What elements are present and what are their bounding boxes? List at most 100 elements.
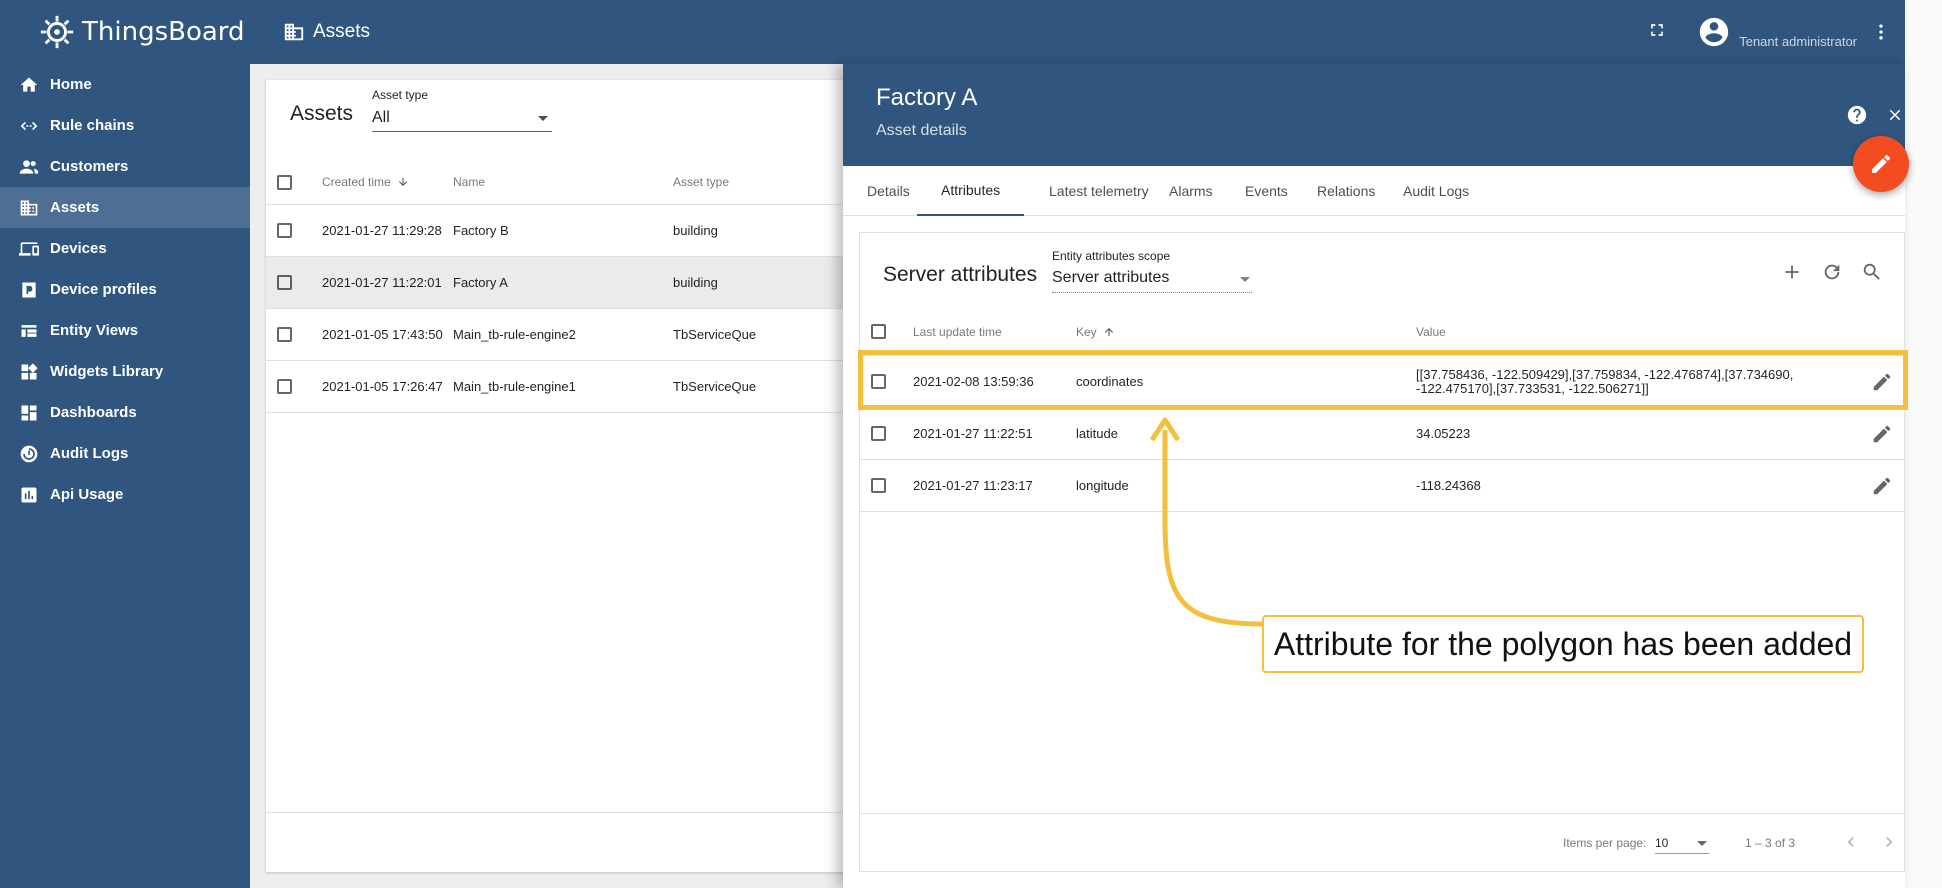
page-size-select[interactable]: 10 bbox=[1655, 830, 1709, 854]
column-last-update-time[interactable]: Last update time bbox=[913, 309, 1002, 355]
details-subtitle: Asset details bbox=[876, 122, 967, 139]
asset-details-panel: Factory A Asset details Details Attribut… bbox=[843, 64, 1909, 888]
assets-table-title: Assets bbox=[290, 102, 354, 125]
attributes-scope-select[interactable]: Server attributes bbox=[1052, 267, 1252, 293]
select-all-checkbox[interactable] bbox=[277, 175, 292, 190]
page-range: 1 – 3 of 3 bbox=[1745, 836, 1796, 850]
edit-asset-button[interactable] bbox=[1853, 136, 1909, 192]
name-cell: Factory B bbox=[453, 223, 509, 238]
row-checkbox[interactable] bbox=[277, 327, 292, 342]
sidebar-item-entity-views[interactable]: Entity Views bbox=[0, 310, 250, 351]
page-edge bbox=[1905, 0, 1942, 888]
row-checkbox[interactable] bbox=[277, 379, 292, 394]
column-name[interactable]: Name bbox=[453, 160, 485, 204]
entity-views-icon bbox=[18, 320, 40, 342]
row-checkbox[interactable] bbox=[871, 478, 886, 493]
dropdown-caret-icon bbox=[538, 116, 548, 121]
table-row[interactable]: 2021-01-27 11:22:01 Factory A building bbox=[266, 257, 866, 309]
attributes-column-header: Last update time Key Value bbox=[860, 309, 1904, 356]
edit-icon[interactable] bbox=[1871, 475, 1893, 497]
previous-page-icon[interactable] bbox=[1841, 832, 1861, 852]
update-time-cell: 2021-01-27 11:23:17 bbox=[913, 478, 1033, 493]
thingsboard-logo-icon bbox=[40, 15, 74, 49]
sidebar-item-home[interactable]: Home bbox=[0, 64, 250, 105]
sidebar-item-label: Api Usage bbox=[50, 486, 124, 503]
account-avatar-icon[interactable] bbox=[1697, 15, 1731, 49]
asset-type-label: Asset type bbox=[372, 88, 429, 102]
column-value[interactable]: Value bbox=[1416, 309, 1446, 355]
sidebar-item-label: Devices bbox=[50, 240, 107, 257]
search-icon[interactable] bbox=[1861, 261, 1883, 283]
sidebar-item-label: Customers bbox=[50, 158, 129, 175]
sidebar-item-rule-chains[interactable]: Rule chains bbox=[0, 105, 250, 146]
key-cell: longitude bbox=[1076, 478, 1129, 493]
page-title: Assets bbox=[313, 21, 371, 42]
table-row[interactable]: 2021-01-05 17:26:47 Main_tb-rule-engine1… bbox=[266, 361, 866, 413]
sidebar-item-devices[interactable]: Devices bbox=[0, 228, 250, 269]
audit-logs-icon bbox=[18, 443, 40, 465]
sidebar-item-audit-logs[interactable]: Audit Logs bbox=[0, 433, 250, 474]
sidebar-item-label: Entity Views bbox=[50, 322, 139, 339]
sidebar-item-api-usage[interactable]: Api Usage bbox=[0, 474, 250, 515]
devices-icon bbox=[18, 238, 40, 260]
asset-type-cell: building bbox=[673, 275, 718, 290]
edit-icon[interactable] bbox=[1871, 423, 1893, 445]
table-row[interactable]: 2021-01-05 17:43:50 Main_tb-rule-engine2… bbox=[266, 309, 866, 361]
name-cell: Main_tb-rule-engine2 bbox=[453, 327, 576, 342]
update-time-cell: 2021-01-27 11:22:51 bbox=[913, 426, 1033, 441]
refresh-icon[interactable] bbox=[1821, 261, 1843, 283]
sidebar-item-label: Device profiles bbox=[50, 281, 157, 298]
tab-audit-logs[interactable]: Audit Logs bbox=[1379, 166, 1493, 216]
column-asset-type[interactable]: Asset type bbox=[673, 160, 729, 204]
scope-value: Server attributes bbox=[1052, 269, 1170, 286]
created-time-cell: 2021-01-27 11:22:01 bbox=[322, 275, 442, 290]
row-checkbox[interactable] bbox=[871, 426, 886, 441]
api-usage-icon bbox=[18, 484, 40, 506]
home-icon bbox=[18, 74, 40, 96]
user-role[interactable]: Tenant administrator bbox=[1739, 34, 1857, 49]
next-page-icon[interactable] bbox=[1879, 832, 1899, 852]
dropdown-caret-icon bbox=[1697, 841, 1707, 846]
sidebar-item-customers[interactable]: Customers bbox=[0, 146, 250, 187]
fullscreen-icon[interactable] bbox=[1647, 20, 1671, 44]
assets-column-header: Created time Name Asset type bbox=[266, 160, 866, 205]
sidebar-item-dashboards[interactable]: Dashboards bbox=[0, 392, 250, 433]
app-logo[interactable]: ThingsBoard bbox=[0, 0, 250, 64]
table-row[interactable]: 2021-01-27 11:22:51 latitude 34.05223 bbox=[860, 408, 1904, 460]
attributes-table-card: Server attributes Entity attributes scop… bbox=[859, 232, 1905, 872]
name-cell: Factory A bbox=[453, 275, 508, 290]
attributes-paginator: Items per page: 10 1 – 3 of 3 bbox=[860, 813, 1904, 871]
page-size-value: 10 bbox=[1655, 836, 1669, 850]
customers-icon bbox=[18, 156, 40, 178]
rule-chains-icon bbox=[18, 115, 40, 137]
sidebar-item-device-profiles[interactable]: Device profiles bbox=[0, 269, 250, 310]
close-icon[interactable] bbox=[1886, 106, 1904, 124]
asset-type-value: All bbox=[372, 109, 390, 126]
sidebar-item-label: Assets bbox=[50, 199, 100, 216]
column-created-time[interactable]: Created time bbox=[322, 160, 409, 204]
sidebar-item-label: Widgets Library bbox=[50, 363, 164, 380]
help-icon[interactable] bbox=[1846, 104, 1868, 126]
arrow-down-icon bbox=[397, 176, 409, 188]
table-row[interactable]: 2021-01-27 11:23:17 longitude -118.24368 bbox=[860, 460, 1904, 512]
column-key[interactable]: Key bbox=[1076, 309, 1115, 355]
add-icon[interactable] bbox=[1781, 261, 1803, 283]
sidebar-item-assets[interactable]: Assets bbox=[0, 187, 250, 228]
annotation-text: Attribute for the polygon has been added bbox=[1273, 625, 1853, 662]
assets-table-card: Assets Asset type All Created time Name … bbox=[266, 80, 866, 872]
dashboards-icon bbox=[18, 402, 40, 424]
select-all-checkbox[interactable] bbox=[871, 324, 886, 339]
assets-icon bbox=[18, 197, 40, 219]
row-checkbox[interactable] bbox=[277, 223, 292, 238]
details-title: Factory A bbox=[876, 84, 978, 111]
created-time-cell: 2021-01-05 17:43:50 bbox=[322, 327, 443, 342]
asset-type-select[interactable]: All bbox=[372, 106, 552, 132]
attributes-title: Server attributes bbox=[883, 263, 1038, 286]
items-per-page-label: Items per page: bbox=[1563, 836, 1647, 850]
table-row[interactable]: 2021-01-27 11:29:28 Factory B building bbox=[266, 205, 866, 257]
sidebar-item-widgets-library[interactable]: Widgets Library bbox=[0, 351, 250, 392]
tab-attributes[interactable]: Attributes bbox=[917, 166, 1025, 216]
asset-type-cell: TbServiceQue bbox=[673, 327, 757, 342]
row-checkbox[interactable] bbox=[277, 275, 292, 290]
more-vert-icon[interactable] bbox=[1871, 20, 1891, 44]
